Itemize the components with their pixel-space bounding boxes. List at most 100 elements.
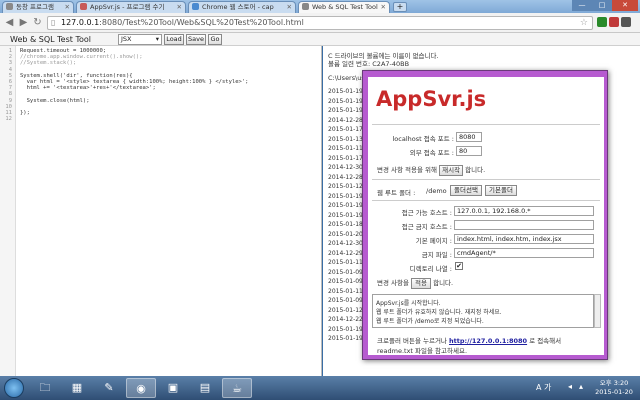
system-clock[interactable]: 오후 3:20 2015-01-20	[590, 379, 638, 397]
footer-text-before: 크로플러 버튼을 누르거나	[377, 337, 447, 345]
close-window-button[interactable]: ✕	[612, 0, 638, 11]
console-date-line: 2015-01-19	[328, 107, 363, 114]
allowed-hosts-input[interactable]: 127.0.0.1, 192.168.0.*	[454, 206, 594, 216]
line-number: 4	[8, 66, 12, 73]
line-number: 7	[8, 85, 12, 92]
explorer-icon[interactable]: 🗀	[30, 378, 60, 398]
forward-icon[interactable]: ▶	[17, 16, 30, 29]
clock-time: 오후 3:20	[599, 379, 629, 387]
input-language-indicator[interactable]: A 가	[536, 382, 551, 393]
tab-chrome-store[interactable]: Chrome 웹 스토어 - cap ✕	[188, 1, 296, 13]
console-date-line: 2015-01-11	[328, 287, 363, 295]
url-input[interactable]: ▯ 127.0.0.1:8080/Test%20Tool/Web&SQL%20Te…	[47, 16, 593, 30]
code-line: System.close(html);	[20, 97, 90, 104]
new-tab-button[interactable]: +	[393, 2, 407, 12]
console-date-line: 2014-12-30	[328, 164, 363, 171]
bookmark-star-icon[interactable]: ☆	[580, 17, 588, 29]
console-date-line: 2015-01-12	[328, 306, 363, 314]
console-date-line: 2015-01-18	[328, 221, 363, 228]
forbidden-files-input[interactable]: cmdAgent/*	[454, 248, 594, 258]
console-date-line: 2015-01-17	[328, 154, 363, 162]
server-url-link[interactable]: http://127.0.0.1:8080	[449, 337, 527, 345]
footer-line-1: 크로플러 버튼을 누르거나 http://127.0.0.1:8080 로 접속…	[377, 335, 561, 345]
code-line: //chrome.app.window.current().show();	[20, 54, 143, 61]
line-number: 11	[5, 110, 12, 116]
blocked-hosts-input[interactable]	[454, 220, 594, 230]
reload-icon[interactable]: ↻	[31, 16, 44, 29]
log-line: AppSvr.js를 시작합니다.	[376, 300, 441, 307]
extension-icon[interactable]	[597, 17, 607, 27]
log-scrollbar[interactable]	[594, 294, 601, 328]
external-port-input[interactable]: 80	[456, 146, 482, 156]
log-line: 웹 루트 폴더가 /demo로 지정 되었습니다.	[376, 318, 484, 325]
restart-text-before: 변경 사항 적용을 위해	[377, 166, 438, 174]
allowed-hosts-label: 접근 가능 호스트 :	[401, 209, 452, 217]
line-number: 6	[8, 79, 12, 85]
network-icon[interactable]: ▴	[579, 382, 583, 391]
code-line: Request.timeout = 1000000;	[20, 48, 107, 54]
tab-dongchang[interactable]: 동창 프로그램 ✕	[2, 1, 74, 13]
line-number: 9	[8, 97, 12, 104]
code-line: });	[20, 110, 30, 116]
save-button[interactable]: Save	[186, 34, 206, 45]
default-pages-label: 기본 페이지 :	[415, 237, 452, 245]
console-date-line: 2015-01-11	[328, 259, 363, 266]
appsvr-icon[interactable]: ☕	[222, 378, 252, 398]
line-number: 12	[5, 116, 12, 123]
default-pages-input[interactable]: index.html, index.htm, index.jsx	[454, 234, 594, 244]
default-folder-button[interactable]: 기본폴더	[485, 185, 517, 196]
maximize-button[interactable]: □	[592, 0, 612, 11]
code-line: System.shell('dir', function(res){	[20, 72, 133, 79]
apply-button[interactable]: 적용	[411, 278, 432, 289]
minimize-button[interactable]: —	[572, 0, 592, 11]
start-button[interactable]	[4, 378, 24, 398]
menu-icon[interactable]	[621, 17, 631, 27]
checkmark-icon: ✔	[456, 262, 462, 270]
extension-icon[interactable]	[609, 17, 619, 27]
console-date-line: 2015-01-09	[328, 297, 363, 304]
dir-listing-checkbox[interactable]: ✔	[455, 262, 463, 270]
paint-icon[interactable]: ▤	[190, 378, 220, 398]
go-button[interactable]: Go	[208, 34, 222, 45]
external-port-label: 외부 접속 포트 :	[409, 149, 454, 157]
apply-text: 변경 사항을 적용 합니다.	[377, 277, 453, 289]
divider	[372, 124, 600, 125]
tab-appsvr[interactable]: AppSvr.js - 프로그램 수기 ✕	[76, 1, 186, 13]
close-tab-icon[interactable]: ✕	[287, 2, 292, 13]
taskbar: 🗀 ▦ ✎ ◉ ▣ ▤ ☕ A 가 ◂ ▴ 오후 3:20 2015-01-20	[0, 376, 640, 400]
console-date-line: 2014-12-30	[328, 240, 363, 247]
apply-text-before: 변경 사항을	[377, 279, 409, 287]
restart-text: 변경 사항 적용을 위해 재시작 합니다.	[377, 164, 485, 176]
line-number: 8	[8, 91, 12, 98]
console-date-line: 2014-12-29	[328, 249, 363, 257]
code-line: html += '<textarea>'+res+'</textarea>';	[20, 85, 156, 92]
console-date-line: 2015-01-19	[328, 97, 363, 105]
back-icon[interactable]: ◀	[3, 16, 16, 29]
console-date-line: 2015-01-19	[328, 202, 363, 209]
restart-button[interactable]: 재시작	[439, 165, 464, 176]
console-date-line: 2015-01-20	[328, 230, 363, 238]
localhost-port-input[interactable]: 8080	[456, 132, 482, 142]
folder-select-button[interactable]: 폴더선택	[450, 185, 482, 196]
type-select[interactable]: JSX ▾	[118, 34, 162, 45]
line-number: 2	[8, 54, 12, 61]
line-number: 3	[8, 60, 12, 67]
close-tab-icon[interactable]: ✕	[65, 2, 70, 13]
code-editor[interactable]: 1 2 3 4 5 6 7 8 9 10 11 12 Request.timeout = 100000…	[0, 46, 322, 376]
app-window-icon[interactable]: ▣	[158, 378, 188, 398]
log-output[interactable]: AppSvr.js를 시작합니다. 웹 루트 폴더가 유효하지 않습니다. 재지정…	[372, 294, 594, 328]
console-date-line: 2015-01-12	[328, 183, 363, 190]
dir-listing-label: 디렉토리 나열 :	[409, 265, 452, 273]
forbidden-files-label: 금지 파일 :	[421, 251, 452, 259]
tab-favicon-icon	[80, 3, 87, 10]
load-button[interactable]: Load	[164, 34, 184, 45]
close-tab-icon[interactable]: ✕	[381, 2, 386, 13]
volume-icon[interactable]: ◂	[568, 382, 572, 391]
chrome-icon[interactable]: ◉	[126, 378, 156, 398]
close-tab-icon[interactable]: ✕	[177, 2, 182, 13]
windows-flag-icon[interactable]: ▦	[62, 378, 92, 398]
tab-web-sql-test-tool[interactable]: Web & SQL Test Tool ✕	[298, 1, 390, 13]
tab-label: Chrome 웹 스토어 - cap	[202, 3, 274, 11]
wrench-icon[interactable]: ✎	[94, 378, 124, 398]
tab-label: Web & SQL Test Tool	[312, 3, 378, 11]
